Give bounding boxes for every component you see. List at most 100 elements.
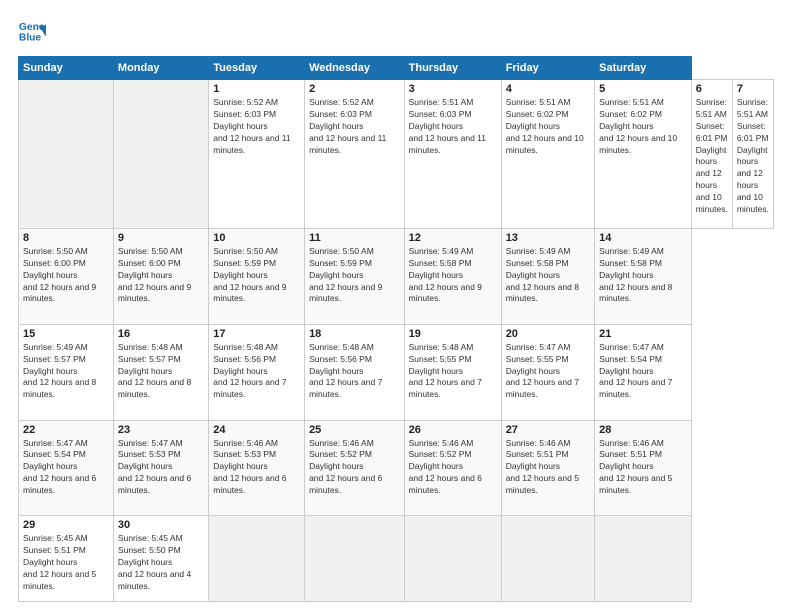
calendar-cell: 14 Sunrise: 5:49 AM Sunset: 5:58 PM Dayl… [595,228,692,324]
day-info: Sunrise: 5:48 AM Sunset: 5:56 PM Dayligh… [309,342,400,401]
day-info: Sunrise: 5:47 AM Sunset: 5:53 PM Dayligh… [118,438,204,497]
day-number: 22 [23,424,109,436]
day-info: Sunrise: 5:50 AM Sunset: 6:00 PM Dayligh… [118,246,204,305]
calendar-cell: 11 Sunrise: 5:50 AM Sunset: 5:59 PM Dayl… [305,228,405,324]
calendar-cell: 4 Sunrise: 5:51 AM Sunset: 6:02 PM Dayli… [501,80,594,229]
day-number: 27 [506,424,590,436]
calendar-cell: 2 Sunrise: 5:52 AM Sunset: 6:03 PM Dayli… [305,80,405,229]
calendar-cell: 15 Sunrise: 5:49 AM Sunset: 5:57 PM Dayl… [19,324,114,420]
day-info: Sunrise: 5:46 AM Sunset: 5:52 PM Dayligh… [409,438,497,497]
day-info: Sunrise: 5:45 AM Sunset: 5:51 PM Dayligh… [23,533,109,592]
day-info: Sunrise: 5:46 AM Sunset: 5:51 PM Dayligh… [599,438,687,497]
day-number: 17 [213,328,300,340]
day-number: 13 [506,232,590,244]
day-info: Sunrise: 5:46 AM Sunset: 5:52 PM Dayligh… [309,438,400,497]
calendar-cell: 16 Sunrise: 5:48 AM Sunset: 5:57 PM Dayl… [113,324,208,420]
calendar-cell [595,516,692,602]
day-number: 15 [23,328,109,340]
day-info: Sunrise: 5:45 AM Sunset: 5:50 PM Dayligh… [118,533,204,592]
day-info: Sunrise: 5:50 AM Sunset: 5:59 PM Dayligh… [309,246,400,305]
day-number: 5 [599,83,687,95]
day-number: 25 [309,424,400,436]
day-number: 9 [118,232,204,244]
logo-icon: General Blue [18,18,46,46]
calendar-cell [209,516,305,602]
svg-text:Blue: Blue [19,32,42,43]
calendar-cell: 25 Sunrise: 5:46 AM Sunset: 5:52 PM Dayl… [305,420,405,516]
calendar-cell: 12 Sunrise: 5:49 AM Sunset: 5:58 PM Dayl… [404,228,501,324]
weekday-header-thursday: Thursday [404,57,501,80]
day-number: 7 [737,83,769,95]
day-info: Sunrise: 5:51 AM Sunset: 6:01 PM Dayligh… [737,97,769,216]
calendar-cell: 19 Sunrise: 5:48 AM Sunset: 5:55 PM Dayl… [404,324,501,420]
day-info: Sunrise: 5:51 AM Sunset: 6:02 PM Dayligh… [506,97,590,156]
day-number: 24 [213,424,300,436]
day-info: Sunrise: 5:50 AM Sunset: 5:59 PM Dayligh… [213,246,300,305]
day-number: 18 [309,328,400,340]
day-info: Sunrise: 5:51 AM Sunset: 6:01 PM Dayligh… [696,97,728,216]
calendar-table: SundayMondayTuesdayWednesdayThursdayFrid… [18,56,774,602]
calendar-cell [305,516,405,602]
day-number: 28 [599,424,687,436]
day-number: 16 [118,328,204,340]
day-info: Sunrise: 5:48 AM Sunset: 5:56 PM Dayligh… [213,342,300,401]
weekday-header-sunday: Sunday [19,57,114,80]
calendar-cell: 23 Sunrise: 5:47 AM Sunset: 5:53 PM Dayl… [113,420,208,516]
calendar-cell: 26 Sunrise: 5:46 AM Sunset: 5:52 PM Dayl… [404,420,501,516]
day-number: 14 [599,232,687,244]
day-info: Sunrise: 5:48 AM Sunset: 5:57 PM Dayligh… [118,342,204,401]
day-number: 19 [409,328,497,340]
calendar-cell: 6 Sunrise: 5:51 AM Sunset: 6:01 PM Dayli… [691,80,732,229]
calendar-cell: 10 Sunrise: 5:50 AM Sunset: 5:59 PM Dayl… [209,228,305,324]
day-info: Sunrise: 5:49 AM Sunset: 5:58 PM Dayligh… [409,246,497,305]
calendar-cell [19,80,114,229]
calendar-cell: 30 Sunrise: 5:45 AM Sunset: 5:50 PM Dayl… [113,516,208,602]
day-info: Sunrise: 5:51 AM Sunset: 6:02 PM Dayligh… [599,97,687,156]
calendar-cell: 13 Sunrise: 5:49 AM Sunset: 5:58 PM Dayl… [501,228,594,324]
day-info: Sunrise: 5:49 AM Sunset: 5:58 PM Dayligh… [506,246,590,305]
weekday-header-friday: Friday [501,57,594,80]
calendar-cell [113,80,208,229]
day-number: 8 [23,232,109,244]
day-number: 6 [696,83,728,95]
page: General Blue SundayMondayTuesdayWednesda… [0,0,792,612]
day-number: 30 [118,519,204,531]
weekday-header-monday: Monday [113,57,208,80]
day-number: 21 [599,328,687,340]
day-number: 23 [118,424,204,436]
calendar-cell [404,516,501,602]
header: General Blue [18,18,774,46]
logo: General Blue [18,18,50,46]
calendar-cell [501,516,594,602]
day-info: Sunrise: 5:50 AM Sunset: 6:00 PM Dayligh… [23,246,109,305]
day-number: 11 [309,232,400,244]
calendar-cell: 18 Sunrise: 5:48 AM Sunset: 5:56 PM Dayl… [305,324,405,420]
day-info: Sunrise: 5:47 AM Sunset: 5:55 PM Dayligh… [506,342,590,401]
day-info: Sunrise: 5:51 AM Sunset: 6:03 PM Dayligh… [409,97,497,156]
day-number: 4 [506,83,590,95]
calendar-cell: 8 Sunrise: 5:50 AM Sunset: 6:00 PM Dayli… [19,228,114,324]
weekday-header-saturday: Saturday [595,57,692,80]
calendar-cell: 1 Sunrise: 5:52 AM Sunset: 6:03 PM Dayli… [209,80,305,229]
day-info: Sunrise: 5:47 AM Sunset: 5:54 PM Dayligh… [599,342,687,401]
calendar-cell: 21 Sunrise: 5:47 AM Sunset: 5:54 PM Dayl… [595,324,692,420]
day-number: 26 [409,424,497,436]
day-info: Sunrise: 5:48 AM Sunset: 5:55 PM Dayligh… [409,342,497,401]
day-number: 1 [213,83,300,95]
day-number: 10 [213,232,300,244]
calendar-cell: 9 Sunrise: 5:50 AM Sunset: 6:00 PM Dayli… [113,228,208,324]
calendar-cell: 3 Sunrise: 5:51 AM Sunset: 6:03 PM Dayli… [404,80,501,229]
calendar-cell: 20 Sunrise: 5:47 AM Sunset: 5:55 PM Dayl… [501,324,594,420]
day-info: Sunrise: 5:52 AM Sunset: 6:03 PM Dayligh… [213,97,300,156]
day-number: 12 [409,232,497,244]
calendar-cell: 28 Sunrise: 5:46 AM Sunset: 5:51 PM Dayl… [595,420,692,516]
day-info: Sunrise: 5:49 AM Sunset: 5:58 PM Dayligh… [599,246,687,305]
calendar-cell: 22 Sunrise: 5:47 AM Sunset: 5:54 PM Dayl… [19,420,114,516]
calendar-cell: 5 Sunrise: 5:51 AM Sunset: 6:02 PM Dayli… [595,80,692,229]
weekday-header-wednesday: Wednesday [305,57,405,80]
calendar-cell: 24 Sunrise: 5:46 AM Sunset: 5:53 PM Dayl… [209,420,305,516]
weekday-header-tuesday: Tuesday [209,57,305,80]
day-info: Sunrise: 5:46 AM Sunset: 5:51 PM Dayligh… [506,438,590,497]
day-number: 29 [23,519,109,531]
calendar-cell: 17 Sunrise: 5:48 AM Sunset: 5:56 PM Dayl… [209,324,305,420]
